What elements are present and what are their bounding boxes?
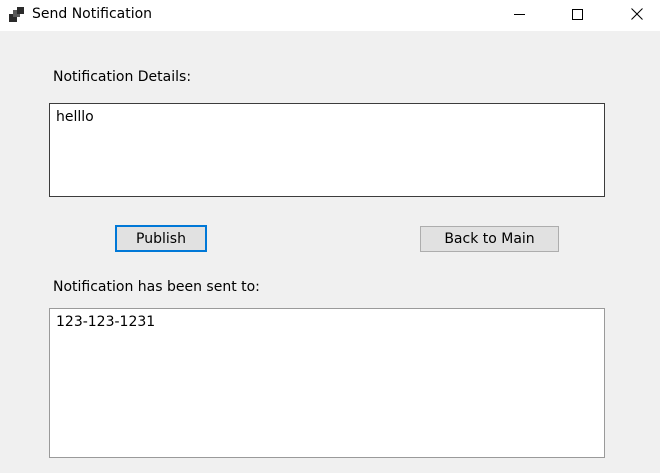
window-title: Send Notification: [32, 6, 153, 22]
send-notification-window: Send Notification Notification Details: …: [0, 0, 660, 473]
windows-form-icon: [9, 7, 25, 23]
notification-details-input[interactable]: helllo: [49, 103, 605, 197]
minimize-button[interactable]: [496, 0, 542, 31]
maximize-icon: [571, 8, 583, 24]
back-to-main-button[interactable]: Back to Main: [420, 226, 559, 252]
close-icon: [631, 7, 643, 24]
sent-to-list[interactable]: 123-123-1231: [49, 308, 605, 458]
title-bar[interactable]: Send Notification: [0, 0, 660, 31]
minimize-icon: [513, 8, 525, 24]
notification-details-label: Notification Details:: [53, 69, 192, 85]
maximize-button[interactable]: [554, 0, 600, 31]
publish-button[interactable]: Publish: [115, 225, 207, 252]
close-button[interactable]: [614, 0, 660, 31]
sent-to-label: Notification has been sent to:: [53, 279, 260, 295]
